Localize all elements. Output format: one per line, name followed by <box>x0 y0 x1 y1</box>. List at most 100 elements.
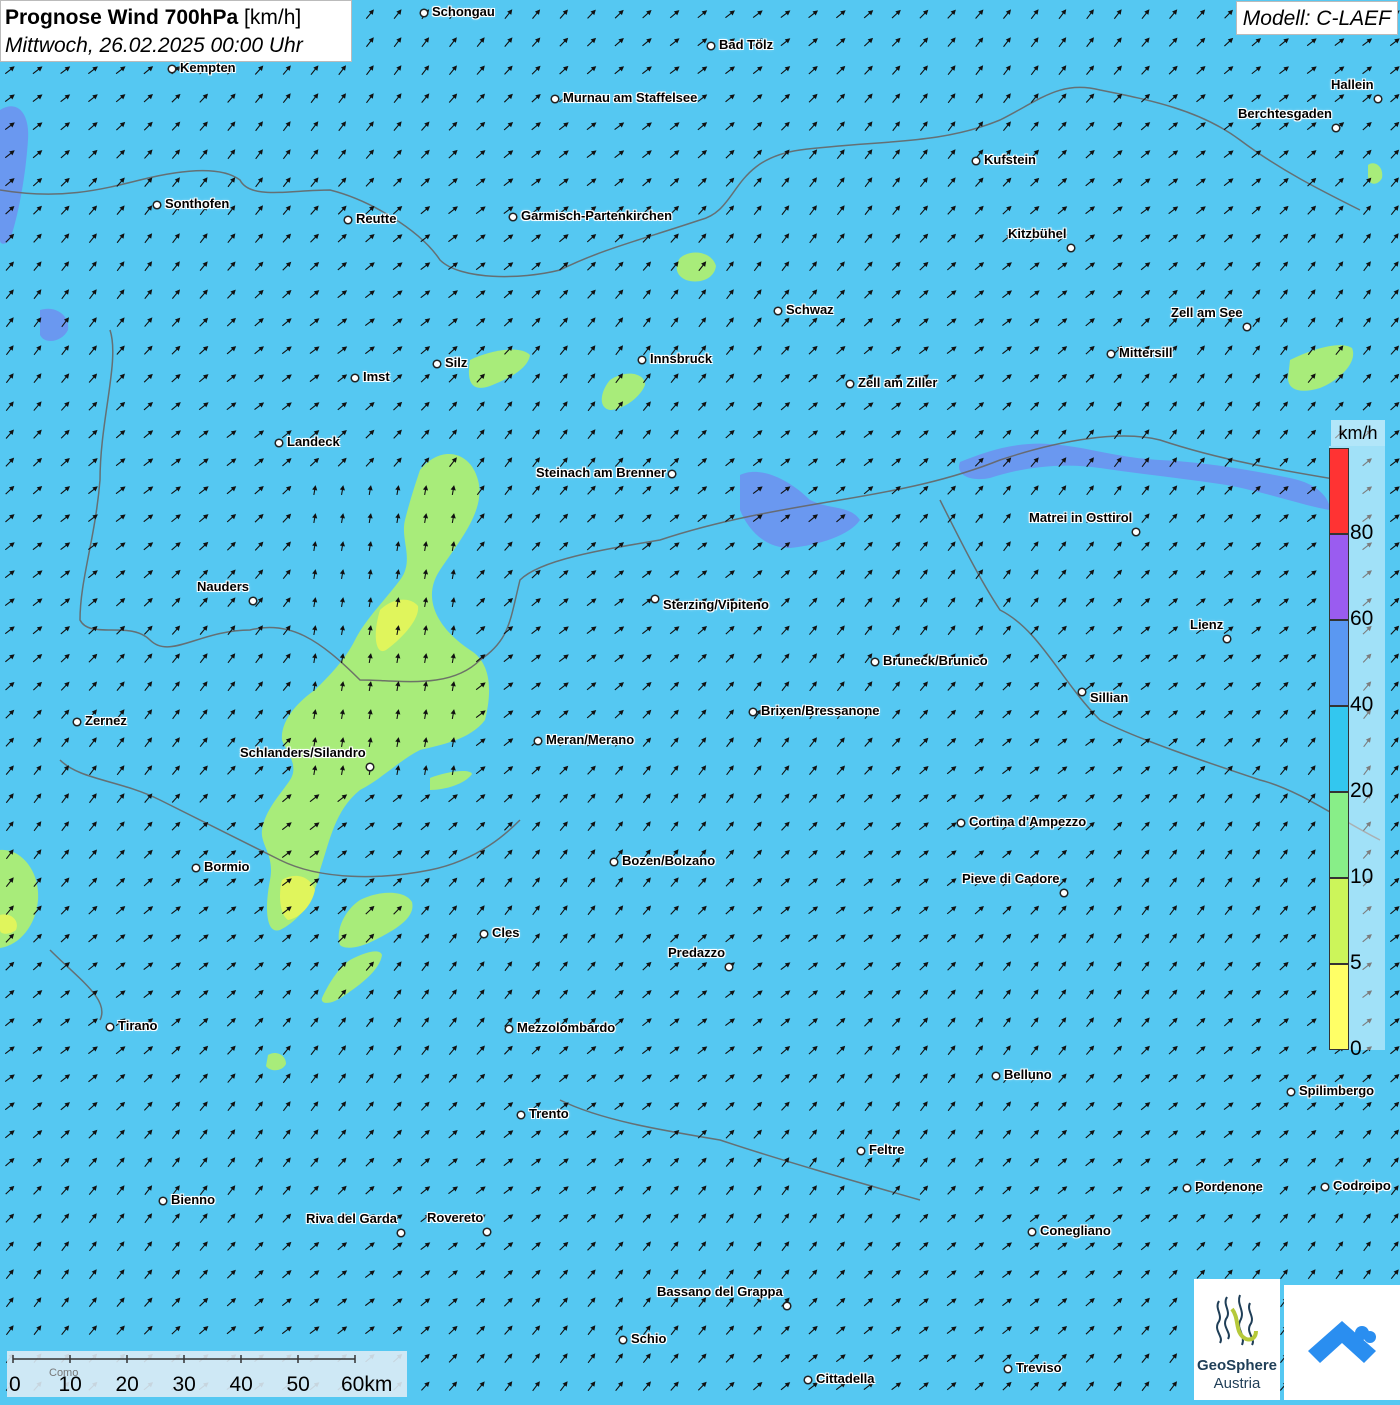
logo-subname: Austria <box>1213 1375 1261 1392</box>
city-label: Bienno <box>171 1192 216 1207</box>
legend-swatch <box>1329 878 1349 964</box>
city-label: Schwaz <box>786 302 834 317</box>
city-marker <box>773 306 783 316</box>
city-marker <box>1286 1087 1296 1097</box>
city-marker <box>609 857 619 867</box>
city-marker <box>724 962 734 972</box>
city-label: Kitzbühel <box>1008 226 1067 241</box>
city-label: Cles <box>492 925 520 940</box>
city-marker <box>508 212 518 222</box>
city-label: Codroipo <box>1333 1178 1391 1193</box>
city-label: Steinach am Brenner <box>536 465 667 480</box>
app-badge[interactable] <box>1284 1285 1400 1400</box>
scale-label: 60km <box>341 1373 393 1396</box>
city-marker <box>158 1196 168 1206</box>
app-cloud-arrow-icon <box>1308 1321 1376 1363</box>
city-label: Tirano <box>118 1018 158 1033</box>
city-label: Pordenone <box>1195 1179 1263 1194</box>
city-marker <box>1222 634 1232 644</box>
city-label: Spilimbergo <box>1299 1083 1375 1098</box>
city-marker <box>1242 322 1252 332</box>
city-marker <box>167 64 177 74</box>
logo-name: GeoSphere <box>1196 1357 1278 1374</box>
city-label: Pieve di Cadore <box>962 871 1060 886</box>
city-label: Conegliano <box>1040 1223 1111 1238</box>
legend-label: 20 <box>1350 779 1374 802</box>
scale-label: 20 <box>115 1373 139 1396</box>
city-marker <box>105 1022 115 1032</box>
city-marker <box>870 657 880 667</box>
city-label: Mezzolombardo <box>517 1020 616 1035</box>
city-label: Zell am See <box>1171 305 1243 320</box>
city-label: Kufstein <box>984 152 1036 167</box>
city-label: Landeck <box>287 434 340 449</box>
city-label: Bruneck/Brunico <box>883 653 988 668</box>
city-marker <box>1003 1364 1013 1374</box>
city-label: Schio <box>631 1331 667 1346</box>
city-marker <box>1027 1227 1037 1237</box>
city-label: Lienz <box>1190 617 1224 632</box>
scale-label: 30 <box>172 1373 196 1396</box>
legend-swatch <box>1329 792 1349 878</box>
city-label: Cittadella <box>816 1371 875 1386</box>
model-label: Modell: C-LAEF <box>1235 1 1398 35</box>
city-label: Sterzing/Vipiteno <box>663 597 769 612</box>
city-marker <box>365 762 375 772</box>
legend-unit: km/h <box>1331 420 1385 446</box>
city-marker <box>1373 94 1383 104</box>
city-marker <box>191 863 201 873</box>
city-marker <box>396 1228 406 1238</box>
legend-swatch <box>1329 706 1349 792</box>
legend-swatch <box>1329 964 1349 1050</box>
city-marker <box>1059 888 1069 898</box>
forecast-date: Mittwoch, 26.02.2025 00:00 Uhr <box>5 34 303 57</box>
legend-swatch <box>1329 448 1349 534</box>
city-label: Trento <box>529 1106 569 1121</box>
geosphere-logo[interactable]: GeoSphere Austria <box>1194 1279 1280 1400</box>
scale-label: 40 <box>229 1373 253 1396</box>
city-label: Murnau am Staffelsee <box>563 90 698 105</box>
title-unit: [km/h] <box>244 6 302 29</box>
city-marker <box>516 1110 526 1120</box>
city-marker <box>350 373 360 383</box>
city-marker <box>667 469 677 479</box>
city-label: Garmisch-Partenkirchen <box>521 208 673 223</box>
city-marker <box>956 818 966 828</box>
city-marker <box>419 8 429 18</box>
legend-swatch <box>1329 534 1349 620</box>
title-main: Prognose Wind 700hPa <box>5 6 239 29</box>
city-label: Brixen/Bressanone <box>761 703 880 718</box>
city-marker <box>343 215 353 225</box>
scale-bar: 0 10 20 30 40 50 60km Como <box>7 1351 407 1397</box>
city-marker <box>72 717 82 727</box>
city-label: Cortina d'Ampezzo <box>969 814 1087 829</box>
city-label: Berchtesgaden <box>1238 106 1332 121</box>
city-marker <box>650 594 660 604</box>
geosphere-logo-icon <box>1216 1294 1258 1346</box>
city-label: Sillian <box>1090 690 1129 705</box>
city-label: Matrei in Osttirol <box>1029 510 1133 525</box>
city-label: Riva del Garda <box>306 1211 398 1226</box>
city-marker <box>782 1301 792 1311</box>
scale-label: 0 <box>9 1373 21 1396</box>
city-marker <box>803 1375 813 1385</box>
city-label: Bormio <box>204 859 250 874</box>
scale-label: 50 <box>286 1373 310 1396</box>
city-label: Zernez <box>85 713 127 728</box>
city-marker <box>152 200 162 210</box>
map-title: Prognose Wind 700hPa [km/h] <box>5 4 347 32</box>
city-marker <box>1077 687 1087 697</box>
scale-place-label: Como <box>49 1367 79 1379</box>
city-marker <box>1320 1182 1330 1192</box>
legend-label: 0 <box>1350 1037 1362 1060</box>
city-label: Bassano del Grappa <box>657 1284 783 1299</box>
city-marker <box>274 438 284 448</box>
city-marker <box>706 41 716 51</box>
city-label: Kempten <box>180 60 236 75</box>
city-marker <box>1182 1183 1192 1193</box>
city-label: Meran/Merano <box>546 732 635 747</box>
city-marker <box>618 1335 628 1345</box>
city-marker <box>971 156 981 166</box>
city-label: Schongau <box>432 4 495 19</box>
city-marker <box>504 1024 514 1034</box>
